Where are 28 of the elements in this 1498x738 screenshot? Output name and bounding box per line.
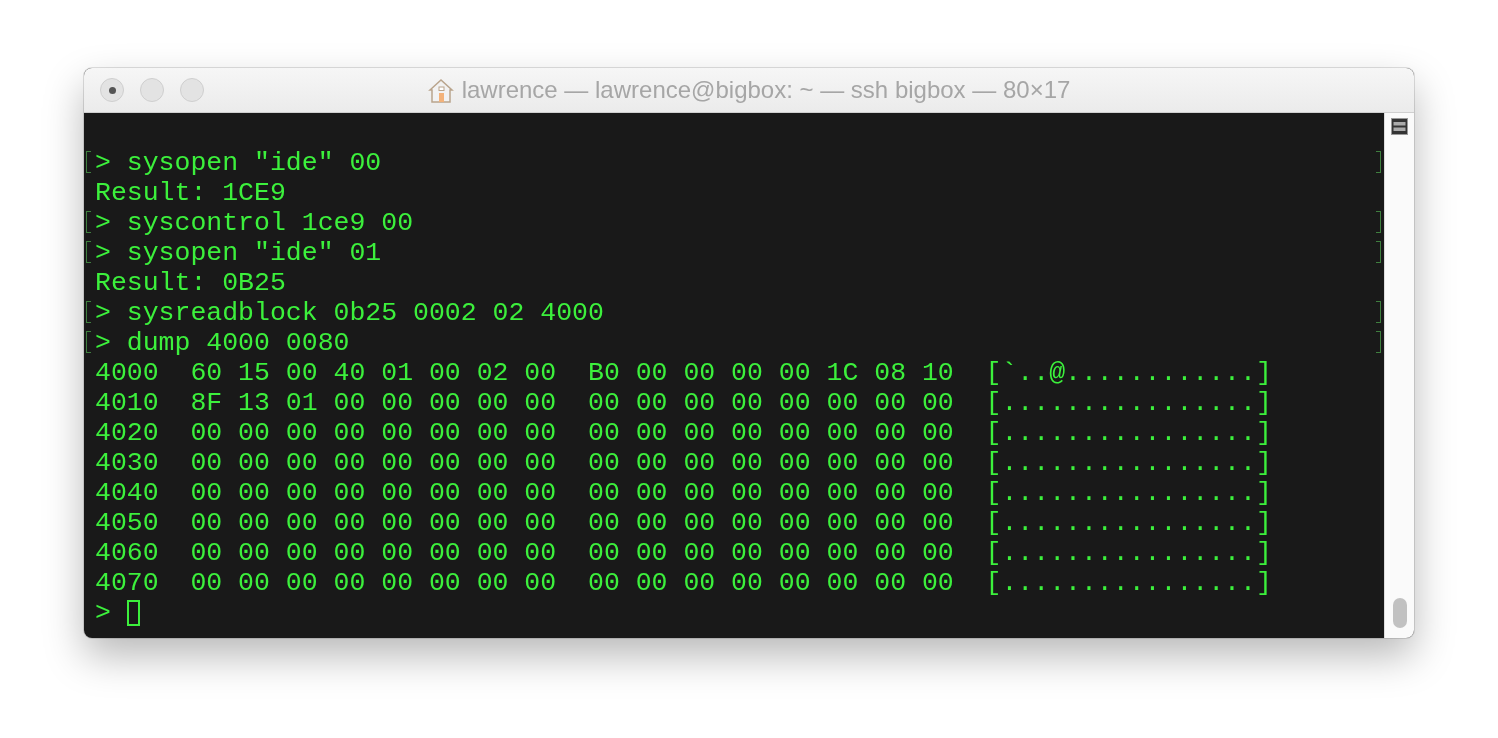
window-title: lawrence — lawrence@bigbox: ~ — ssh bigbox — 80×17	[461, 76, 1071, 104]
split-pane-icon[interactable]	[1391, 118, 1408, 135]
bracket-mark	[1376, 211, 1381, 233]
house-icon	[427, 77, 454, 103]
bracket-mark	[1376, 241, 1381, 263]
terminal-line: 4040 00 00 00 00 00 00 00 00 00 00 00 00 00 00 00 00 [................]	[95, 478, 1272, 508]
bracket-mark	[1376, 151, 1381, 173]
terminal-line: > sysopen "ide" 00	[95, 148, 382, 178]
prompt: >	[95, 598, 111, 628]
terminal-line: 4060 00 00 00 00 00 00 00 00 00 00 00 00 00 00 00 00 [................]	[95, 538, 1272, 568]
terminal-line: > dump 4000 0080	[95, 328, 350, 358]
window-button[interactable]	[100, 78, 124, 102]
terminal-line: 4050 00 00 00 00 00 00 00 00 00 00 00 00 00 00 00 00 [................]	[95, 508, 1272, 538]
scroll-thumb[interactable]	[1392, 598, 1407, 628]
terminal-line: 4010 8F 13 01 00 00 00 00 00 00 00 00 00 00 00 00 00 [................]	[95, 388, 1272, 418]
bracket-mark	[1376, 331, 1381, 353]
bracket-mark	[1376, 301, 1381, 323]
terminal-line: Result: 0B25	[95, 268, 286, 298]
terminal-line: > sysreadblock 0b25 0002 02 4000	[95, 298, 604, 328]
terminal-line: 4030 00 00 00 00 00 00 00 00 00 00 00 00 00 00 00 00 [................]	[95, 448, 1272, 478]
terminal-line: > syscontrol 1ce9 00	[95, 208, 414, 238]
terminal-line: 4020 00 00 00 00 00 00 00 00 00 00 00 00 00 00 00 00 [................]	[95, 418, 1272, 448]
scrollbar[interactable]	[1384, 113, 1414, 638]
terminal-line: 4070 00 00 00 00 00 00 00 00 00 00 00 00 00 00 00 00 [................]	[95, 568, 1272, 598]
cursor	[126, 600, 140, 626]
terminal-line: 4000 60 15 00 40 01 00 02 00 B0 00 00 00 00 1C 08 10 [`..@............]	[95, 358, 1272, 388]
terminal-line: > sysopen "ide" 01	[95, 238, 382, 268]
terminal-line: Result: 1CE9	[95, 178, 286, 208]
